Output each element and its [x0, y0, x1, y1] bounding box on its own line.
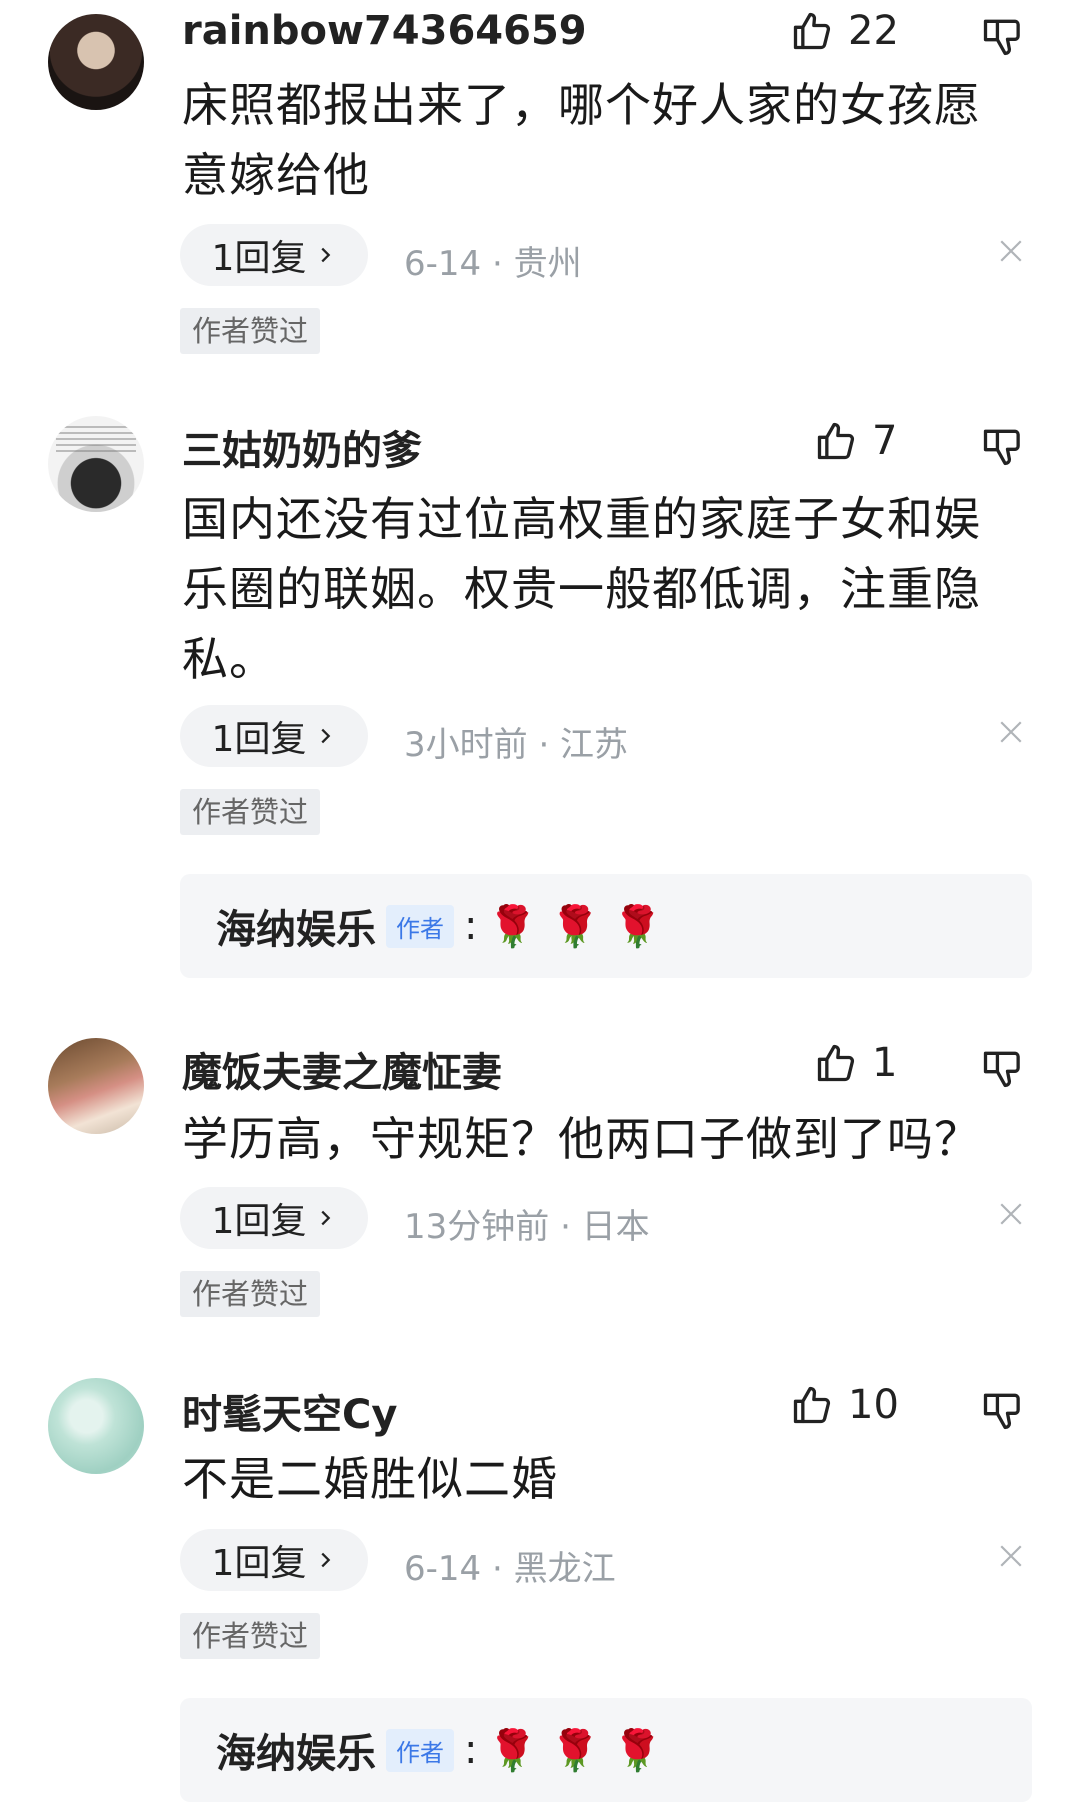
reply-button[interactable]: 1回复 [180, 1187, 368, 1249]
like-button[interactable]: 1 [814, 1040, 897, 1086]
reply-label: 1回复 [211, 238, 307, 279]
author-reply[interactable]: 海纳娱乐 作者 : 🌹 🌹 🌹 [180, 874, 1032, 978]
author-liked-tag: 作者赞过 [180, 308, 321, 354]
like-count: 22 [848, 8, 899, 54]
rose-emoji: 🌹 🌹 🌹 [487, 1727, 663, 1774]
reply-label: 1回复 [211, 1201, 307, 1242]
rose-emoji: 🌹 🌹 🌹 [487, 903, 663, 950]
close-icon [1000, 721, 1022, 743]
username[interactable]: 时髦天空Cy [182, 1382, 397, 1440]
dislike-button[interactable] [980, 1388, 1024, 1432]
dislike-button[interactable] [980, 14, 1024, 58]
chevron-right-icon [321, 1552, 331, 1568]
username[interactable]: rainbow74364659 [182, 8, 587, 54]
thumbs-up-icon [817, 422, 855, 460]
like-count: 7 [872, 418, 898, 464]
dislike-button[interactable] [980, 1046, 1024, 1090]
avatar[interactable] [48, 1378, 144, 1474]
comment-text: 床照都报出来了，哪个好人家的女孩愿意嫁给他 [182, 78, 981, 202]
avatar[interactable] [48, 416, 144, 512]
comment-meta: 3小时前 · 江苏 [404, 725, 629, 765]
author-liked-tag: 作者赞过 [180, 1271, 321, 1317]
author-liked-tag: 作者赞过 [180, 789, 321, 835]
reply-label: 1回复 [211, 719, 307, 760]
author-badge: 作者 [386, 904, 454, 948]
author-badge: 作者 [386, 1728, 454, 1772]
thumbs-down-icon [983, 1393, 1020, 1430]
thumbs-up-icon [793, 1386, 831, 1424]
avatar[interactable] [48, 14, 144, 110]
reply-colon: : [464, 903, 478, 949]
comment-text: 国内还没有过位高权重的家庭子女和娱乐圈的联姻。权贵一般都低调，注重隐私。 [182, 492, 981, 686]
comment-meta: 6-14 · 黑龙江 [404, 1549, 616, 1589]
reply-button[interactable]: 1回复 [180, 1529, 368, 1591]
reply-button[interactable]: 1回复 [180, 705, 368, 767]
thumbs-down-icon [983, 1051, 1020, 1088]
author-name[interactable]: 海纳娱乐 [216, 1721, 376, 1779]
thumbs-down-icon [983, 19, 1020, 56]
thumbs-down-icon [983, 429, 1020, 466]
like-button[interactable]: 22 [790, 8, 899, 54]
reply-button[interactable]: 1回复 [180, 224, 368, 286]
thumbs-up-icon [817, 1044, 855, 1082]
close-icon [1000, 1545, 1022, 1567]
username[interactable]: 三姑奶奶的爹 [182, 418, 422, 476]
dislike-button[interactable] [980, 424, 1024, 468]
comment-meta: 6-14 · 贵州 [404, 244, 582, 284]
reply-colon: : [464, 1727, 478, 1773]
close-icon [1000, 1203, 1022, 1225]
avatar[interactable] [48, 1038, 144, 1134]
like-count: 1 [872, 1040, 898, 1086]
close-button[interactable] [998, 1201, 1024, 1231]
author-liked-tag: 作者赞过 [180, 1613, 321, 1659]
comment-meta: 13分钟前 · 日本 [404, 1207, 650, 1247]
chevron-right-icon [321, 1210, 331, 1226]
reply-label: 1回复 [211, 1543, 307, 1584]
close-button[interactable] [998, 238, 1024, 268]
author-name[interactable]: 海纳娱乐 [216, 897, 376, 955]
author-reply[interactable]: 海纳娱乐 作者 : 🌹 🌹 🌹 [180, 1698, 1032, 1802]
chevron-right-icon [321, 247, 331, 263]
close-button[interactable] [998, 1543, 1024, 1573]
like-count: 10 [848, 1382, 899, 1428]
thumbs-up-icon [793, 12, 831, 50]
close-button[interactable] [998, 719, 1024, 749]
close-icon [1000, 240, 1022, 262]
like-button[interactable]: 7 [814, 418, 897, 464]
like-button[interactable]: 10 [790, 1382, 899, 1428]
username[interactable]: 魔饭夫妻之魔怔妻 [182, 1040, 502, 1098]
comment-text: 学历高，守规矩？他两口子做到了吗？ [182, 1112, 981, 1166]
chevron-right-icon [321, 728, 331, 744]
comment-text: 不是二婚胜似二婚 [182, 1452, 558, 1506]
